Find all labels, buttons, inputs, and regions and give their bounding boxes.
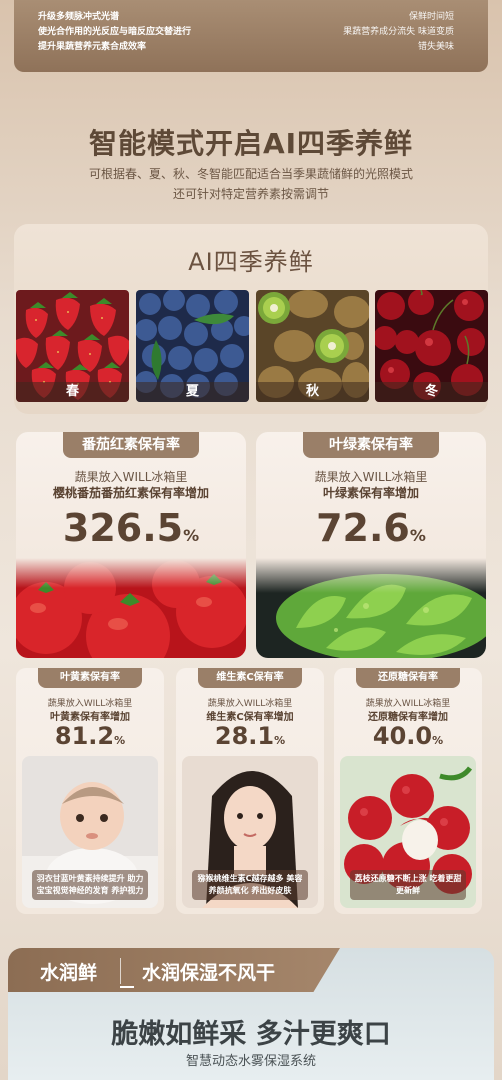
hydration-section: 水润鲜 水润保湿不风干 脆嫩如鲜采 多汁更爽口 智慧动态水雾保湿系统 <box>8 948 494 1080</box>
stat-unit: % <box>274 734 286 747</box>
vitamin-c-card: 维生素C保有率 蔬果放入WILL冰箱里 维生素C保有率增加 28.1% 猕猴桃维… <box>176 668 324 914</box>
card-pill: 叶黄素保有率 <box>38 668 142 688</box>
season-card-spring: 春 <box>16 290 129 402</box>
card-line: 维生素C保有率增加 <box>206 712 294 723</box>
headline-title: 智能模式开启AI四季养鲜 <box>88 127 414 160</box>
card-line: 蔬果放入WILL冰箱里 <box>74 470 188 484</box>
top-left-line: 提升果蔬营养元素合成效率 <box>38 42 147 52</box>
card-pill: 维生素C保有率 <box>198 668 302 688</box>
stat-number: 40.0 <box>372 722 433 750</box>
top-right-line: 错失美味 <box>417 42 454 52</box>
photo-caption: 猕猴桃维生素C越存越多 美容养颜抗氧化 养出好皮肤 <box>192 870 308 900</box>
card-pill: 叶绿素保有率 <box>303 432 439 458</box>
card-line: 叶黄素保有率增加 <box>50 712 130 723</box>
lettuce-image <box>256 558 486 658</box>
headline-subtitle: 可根据春、夏、秋、冬智能匹配适合当季果蔬储鲜的光照模式 还可针对特定营养素按需调… <box>0 164 502 204</box>
stat-unit: % <box>409 526 426 545</box>
baby-photo: 羽衣甘蓝叶黄素持续提升 助力宝宝视觉神经的发育 养护视力 <box>22 756 158 908</box>
seasons-title: AI四季养鲜 <box>188 248 314 276</box>
card-pill: 还原糖保有率 <box>356 668 460 688</box>
card-line: 还原糖保有率增加 <box>368 712 448 723</box>
stat-value: 81.2% <box>16 722 164 750</box>
stat-value: 72.6% <box>256 506 486 550</box>
stat-value: 28.1% <box>176 722 324 750</box>
photo-caption: 羽衣甘蓝叶黄素持续提升 助力宝宝视觉神经的发育 养护视力 <box>32 870 148 900</box>
top-right-line: 果蔬营养成分流失 味道变质 <box>343 27 454 37</box>
stat-value: 40.0% <box>334 722 482 750</box>
section-tab-label: 水润鲜 <box>40 962 98 984</box>
reducing-sugar-card: 还原糖保有率 蔬果放入WILL冰箱里 还原糖保有率增加 40.0% 荔枝还原糖不… <box>334 668 482 914</box>
tab-underline <box>120 986 134 988</box>
season-label: 冬 <box>375 382 488 402</box>
woman-photo: 猕猴桃维生素C越存越多 美容养颜抗氧化 养出好皮肤 <box>182 756 318 908</box>
top-right-text: 保鲜时间短 果蔬营养成分流失 味道变质 错失美味 <box>343 10 454 55</box>
hydration-subtitle: 智慧动态水雾保湿系统 <box>185 1054 316 1069</box>
card-line: 樱桃番茄番茄红素保有率增加 <box>52 486 209 500</box>
top-right-line: 保鲜时间短 <box>408 12 454 22</box>
top-left-line: 使光合作用的光反应与暗反应交替进行 <box>38 27 192 37</box>
season-card-winter: 冬 <box>375 290 488 402</box>
season-card-summer: 夏 <box>136 290 249 402</box>
seasons-panel: AI四季养鲜 春 夏 秋 冬 <box>14 224 488 414</box>
top-left-line: 升级多频脉冲式光谱 <box>38 12 120 22</box>
stat-number: 28.1 <box>214 722 275 750</box>
photo-caption: 荔枝还原糖不断上涨 吃着更甜更新鲜 <box>350 870 466 900</box>
season-card-autumn: 秋 <box>256 290 369 402</box>
card-pill: 番茄红素保有率 <box>63 432 199 458</box>
stat-number: 72.6 <box>316 506 410 550</box>
lycopene-card: 番茄红素保有率 蔬果放入WILL冰箱里 樱桃番茄番茄红素保有率增加 326.5% <box>16 432 246 658</box>
section-tab-subtitle: 水润保湿不风干 <box>142 962 276 984</box>
headline-sub-line: 还可针对特定营养素按需调节 <box>172 187 329 201</box>
top-left-text: 升级多频脉冲式光谱 使光合作用的光反应与暗反应交替进行 提升果蔬营养元素合成效率 <box>38 10 191 55</box>
stat-unit: % <box>432 734 444 747</box>
stat-unit: % <box>183 526 200 545</box>
season-label: 秋 <box>256 382 369 402</box>
stat-unit: % <box>114 734 126 747</box>
stat-number: 326.5 <box>62 506 184 550</box>
lychee-photo: 荔枝还原糖不断上涨 吃着更甜更新鲜 <box>340 756 476 908</box>
top-banner: 升级多频脉冲式光谱 使光合作用的光反应与暗反应交替进行 提升果蔬营养元素合成效率… <box>14 0 488 72</box>
chlorophyll-card: 叶绿素保有率 蔬果放入WILL冰箱里 叶绿素保有率增加 72.6% <box>256 432 486 658</box>
tab-divider <box>120 958 121 984</box>
lutein-card: 叶黄素保有率 蔬果放入WILL冰箱里 叶黄素保有率增加 81.2% 羽衣甘蓝叶黄… <box>16 668 164 914</box>
season-label: 春 <box>16 382 129 402</box>
season-label: 夏 <box>136 382 249 402</box>
hydration-title: 脆嫩如鲜采 多汁更爽口 <box>111 1019 391 1050</box>
stat-number: 81.2 <box>54 722 115 750</box>
card-line: 蔬果放入WILL冰箱里 <box>314 470 428 484</box>
stat-value: 326.5% <box>16 506 246 550</box>
tomato-image <box>16 558 246 658</box>
headline-sub-line: 可根据春、夏、秋、冬智能匹配适合当季果蔬储鲜的光照模式 <box>88 167 413 181</box>
card-line: 叶绿素保有率增加 <box>322 486 419 500</box>
